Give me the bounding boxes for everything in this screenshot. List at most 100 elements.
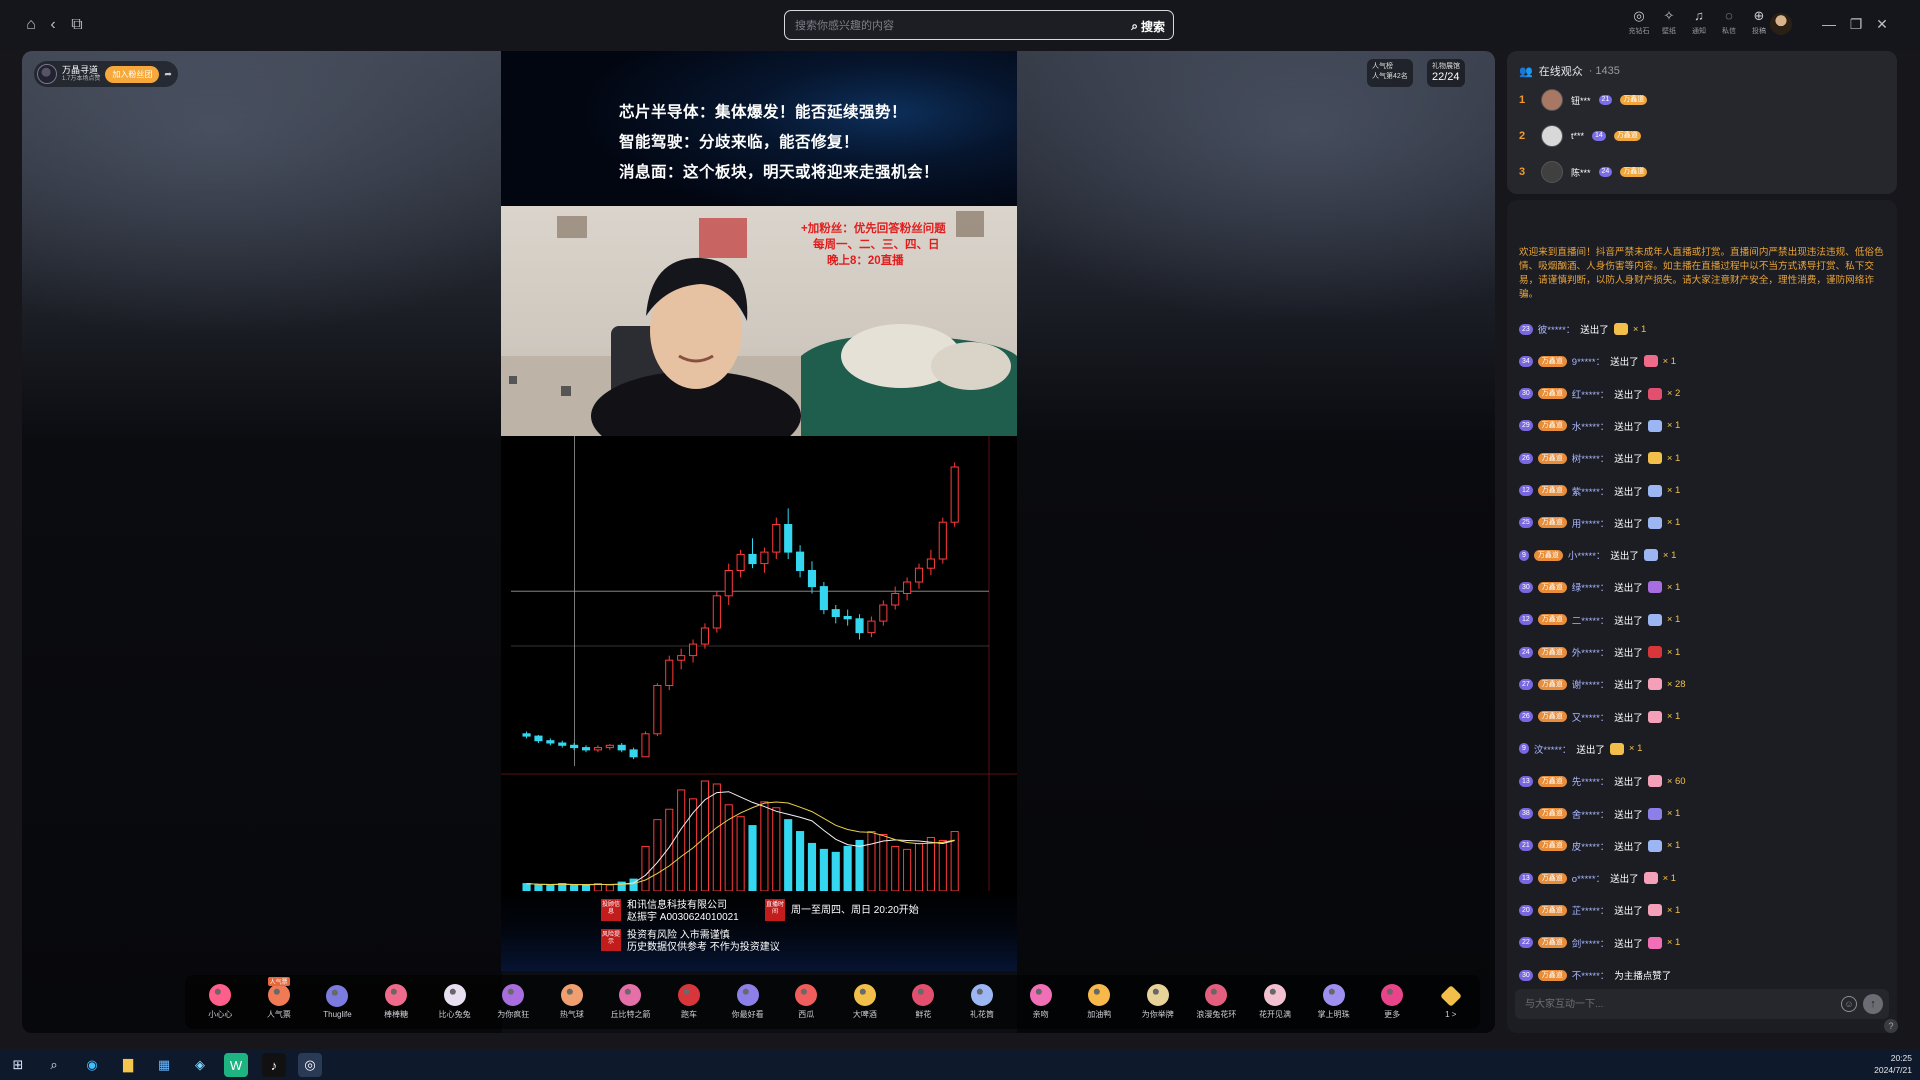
gift-item[interactable]: 棒棒糖	[367, 977, 426, 1027]
minimize-icon[interactable]: —	[1820, 15, 1838, 33]
chat-username[interactable]: 剑*****：	[1572, 936, 1610, 950]
chat-message[interactable]: 13 万鑫道 o*****： 送出了 × 1	[1519, 869, 1676, 887]
gift-item[interactable]: 加油鸭	[1070, 977, 1129, 1027]
app-icon[interactable]: ◈	[188, 1053, 212, 1077]
search-button[interactable]: ⌕ 搜索	[1131, 16, 1165, 36]
gift-item[interactable]: 热气球	[543, 977, 602, 1027]
gift-item[interactable]: Thuglife	[308, 977, 367, 1027]
chat-message[interactable]: 20 万鑫道 芷*****： 送出了 × 1	[1519, 901, 1680, 919]
chat-username[interactable]: 不*****：	[1572, 968, 1610, 982]
chat-message[interactable]: 27 万鑫道 谢*****： 送出了 × 28	[1519, 675, 1686, 693]
live-player[interactable]: 万晶寻道 1.7万本场点赞 加入粉丝团 ➦ 人气榜 人气第42名 礼物展馆 22…	[22, 51, 1495, 1033]
video-stream[interactable]: 芯片半导体：集体爆发！能否延续强势！ 智能驾驶：分歧来临，能否修复！ 消息面：这…	[501, 51, 1017, 971]
chat-username[interactable]: 汶*****：	[1534, 742, 1572, 756]
audience-row[interactable]: 1 钮*** 21 万鑫道	[1519, 85, 1648, 115]
avatar[interactable]	[1541, 161, 1563, 183]
file-explorer-icon[interactable]: ▇	[116, 1053, 140, 1077]
chat-username[interactable]: 用*****：	[1572, 516, 1610, 530]
popularity-rank-badge[interactable]: 人气榜 人气第42名	[1367, 59, 1413, 87]
gift-item[interactable]: 跑车	[660, 977, 719, 1027]
share-icon[interactable]: ➦	[164, 69, 172, 80]
chat-message[interactable]: 26 万鑫道 又*****： 送出了 × 1	[1519, 708, 1680, 726]
gift-item[interactable]: 礼花筒	[953, 977, 1012, 1027]
gift-item[interactable]: 人气票 人气票	[250, 977, 309, 1027]
chat-message[interactable]: 21 万鑫道 皮*****： 送出了 × 1	[1519, 837, 1680, 855]
chat-message[interactable]: 26 万鑫道 树*****： 送出了 × 1	[1519, 449, 1680, 467]
chat-message[interactable]: 24 万鑫道 外*****： 送出了 × 1	[1519, 643, 1680, 661]
chat-message[interactable]: 12 万鑫道 二*****： 送出了 × 1	[1519, 611, 1680, 629]
gift-item[interactable]: 亲吻	[1011, 977, 1070, 1027]
chat-message[interactable]: 22 万鑫道 剑*****： 送出了 × 1	[1519, 934, 1680, 952]
chat-username[interactable]: 绿*****：	[1572, 580, 1610, 594]
chat-username[interactable]: 水*****：	[1572, 419, 1610, 433]
chat-username[interactable]: 9*****：	[1572, 354, 1605, 368]
start-icon[interactable]: ⊞	[6, 1053, 30, 1077]
chat-message[interactable]: 30 万鑫道 绿*****： 送出了 × 1	[1519, 578, 1680, 596]
anchor-info[interactable]: 万晶寻道 1.7万本场点赞 加入粉丝团 ➦	[34, 61, 178, 87]
search-taskbar-icon[interactable]: ⌕	[42, 1053, 66, 1077]
store-icon[interactable]: ▦	[152, 1053, 176, 1077]
chat-message[interactable]: 29 万鑫道 水*****： 送出了 × 1	[1519, 417, 1680, 435]
chat-username[interactable]: 芷*****：	[1572, 903, 1610, 917]
chat-username[interactable]: 小*****：	[1568, 548, 1606, 562]
chat-username[interactable]: o*****：	[1572, 871, 1605, 885]
chat-username[interactable]: 树*****：	[1572, 451, 1610, 465]
chat-message[interactable]: 9 汶*****： 送出了 × 1	[1519, 740, 1642, 758]
chat-message[interactable]: 34 万鑫道 9*****： 送出了 × 1	[1519, 352, 1676, 370]
gift-item[interactable]: 浪漫兔花环	[1187, 977, 1246, 1027]
audience-header[interactable]: 👥 在线观众 · 1435	[1519, 63, 1620, 79]
chat-message[interactable]: 12 万鑫道 紫*****： 送出了 × 1	[1519, 482, 1680, 500]
avatar[interactable]	[1541, 125, 1563, 147]
app-green-icon[interactable]: W	[224, 1053, 248, 1077]
audience-row[interactable]: 3 陈*** 24 万鑫道	[1519, 157, 1648, 187]
gift-item[interactable]: 为你举牌	[1129, 977, 1188, 1027]
chat-username[interactable]: 舍*****：	[1572, 807, 1610, 821]
avatar[interactable]	[1770, 13, 1792, 35]
chat-message[interactable]: 30 万鑫道 红*****： 送出了 × 2	[1519, 385, 1680, 403]
live-app-icon[interactable]: ◎	[298, 1053, 322, 1077]
gift-item[interactable]: 掌上明珠	[1304, 977, 1363, 1027]
gift-item[interactable]: 为你疯狂	[484, 977, 543, 1027]
upload-button[interactable]: ⊕ 投稿	[1748, 8, 1770, 36]
message-button[interactable]: ◌ 私信	[1718, 8, 1740, 36]
gift-item[interactable]: 比心兔兔	[425, 977, 484, 1027]
gift-gallery-badge[interactable]: 礼物展馆 22/24	[1427, 59, 1465, 87]
wallpaper-button[interactable]: ✧ 壁纸	[1658, 8, 1680, 36]
chat-message[interactable]: 13 万鑫道 先*****： 送出了 × 60	[1519, 772, 1686, 790]
gift-item[interactable]: 大啤酒	[836, 977, 895, 1027]
tiktok-icon[interactable]: ♪	[262, 1053, 286, 1077]
anchor-avatar[interactable]	[37, 64, 57, 84]
external-window-icon[interactable]: ⧉	[66, 14, 88, 36]
gift-item[interactable]: 丘比特之箭	[601, 977, 660, 1027]
maximize-icon[interactable]: ❐	[1847, 15, 1865, 33]
chat-username[interactable]: 谢*****：	[1572, 677, 1610, 691]
chat-message[interactable]: 23 彼*****： 送出了 × 1	[1519, 320, 1646, 338]
search-input[interactable]	[795, 16, 1095, 36]
gift-item[interactable]: 你最好看	[718, 977, 777, 1027]
back-icon[interactable]: ‹	[42, 14, 64, 36]
chat-username[interactable]: 先*****：	[1572, 774, 1610, 788]
home-icon[interactable]: ⌂	[20, 14, 42, 36]
notification-button[interactable]: ♫ 通知	[1688, 8, 1710, 36]
chat-message[interactable]: 38 万鑫道 舍*****： 送出了 × 1	[1519, 805, 1680, 823]
chat-username[interactable]: 皮*****：	[1572, 839, 1610, 853]
gift-item[interactable]: 更多	[1363, 977, 1422, 1027]
gift-item[interactable]: 西瓜	[777, 977, 836, 1027]
chat-input[interactable]	[1525, 996, 1825, 1012]
chat-message[interactable]: 25 万鑫道 用*****： 送出了 × 1	[1519, 514, 1680, 532]
chat-username[interactable]: 外*****：	[1572, 645, 1610, 659]
chat-username[interactable]: 二*****：	[1572, 613, 1610, 627]
system-clock[interactable]: 20:25 2024/7/21	[1874, 1052, 1912, 1076]
chat-username[interactable]: 又*****：	[1572, 710, 1610, 724]
chat-message[interactable]: 30 万鑫道 不*****： 为主播点赞了	[1519, 966, 1671, 984]
edge-icon[interactable]: ◉	[80, 1053, 104, 1077]
gift-item[interactable]: 鲜花	[894, 977, 953, 1027]
gift-wallet-button[interactable]: 1 >	[1421, 977, 1480, 1027]
chat-username[interactable]: 紫*****：	[1572, 484, 1610, 498]
chat-username[interactable]: 红*****：	[1572, 387, 1610, 401]
gift-item[interactable]: 花开见满	[1246, 977, 1305, 1027]
send-button[interactable]: ↑	[1863, 994, 1883, 1014]
audience-row[interactable]: 2 t*** 14 万鑫道	[1519, 121, 1641, 151]
chat-username[interactable]: 彼*****：	[1538, 322, 1576, 336]
gift-item[interactable]: 小心心	[191, 977, 250, 1027]
